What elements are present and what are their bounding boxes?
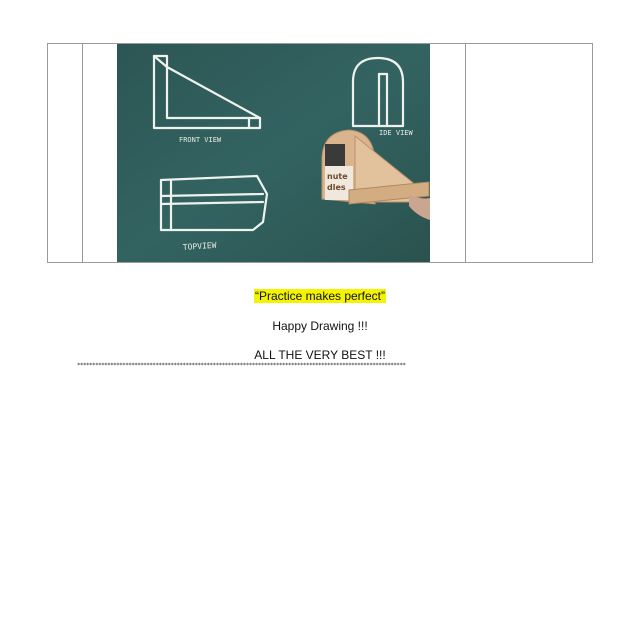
quote-line: “Practice makes perfect” — [0, 288, 640, 304]
happy-drawing-text: Happy Drawing !!! — [272, 319, 368, 333]
side-view-label: IDE VIEW — [379, 129, 414, 137]
highlighted-quote: “Practice makes perfect” — [253, 289, 387, 303]
table-divider-left — [82, 44, 83, 262]
card-brand-text: nute — [327, 172, 348, 181]
card-text-2: dles — [327, 183, 346, 192]
chalkboard-photo: FRONT VIEW IDE VIEW TOPVIEW nute dles — [117, 44, 430, 262]
asterisk-separator: ****************************************… — [77, 362, 406, 369]
table-divider-right — [465, 44, 466, 262]
front-view-label: FRONT VIEW — [179, 136, 222, 144]
